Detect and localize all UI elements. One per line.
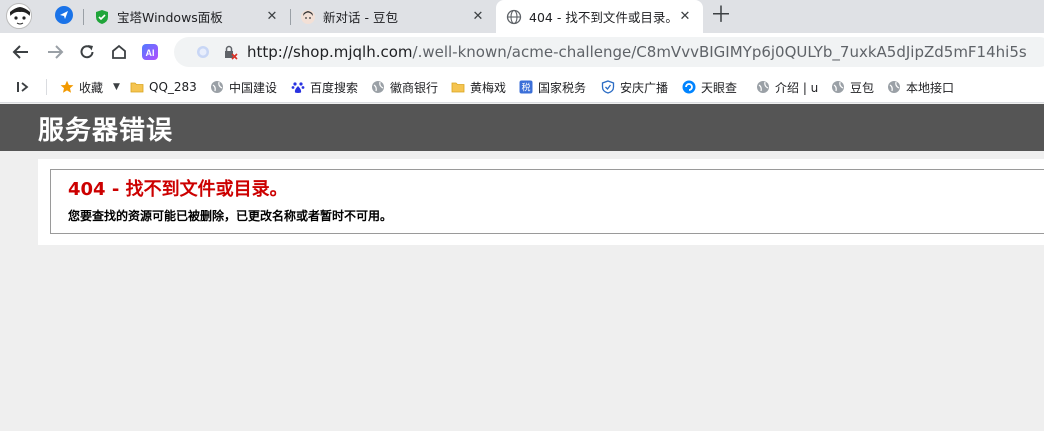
bookmark-local-api[interactable]: 本地接口 (887, 78, 954, 96)
close-icon[interactable]: ✕ (264, 9, 280, 24)
page-header: 服务器错误 (0, 104, 1044, 151)
bookmark-label: 徽商银行 (390, 80, 439, 95)
tab-title: 404 - 找不到文件或目录。 (529, 10, 677, 25)
home-icon (112, 44, 126, 59)
avatar-face-icon (8, 5, 31, 28)
globe-icon (372, 81, 384, 93)
profile-avatar[interactable] (6, 3, 32, 29)
lock-warning-icon[interactable] (222, 44, 238, 60)
bookmark-favorites[interactable]: 收藏 ▼ (60, 78, 120, 96)
reload-icon (80, 45, 94, 59)
tab-404[interactable]: 404 - 找不到文件或目录。 ✕ (496, 0, 703, 33)
bookmark-label: 本地接口 (906, 80, 955, 95)
star-icon (60, 80, 74, 93)
site-info-icon[interactable] (196, 45, 210, 59)
caret-down-icon[interactable]: ▼ (113, 82, 120, 92)
content-container: 404 - 找不到文件或目录。 您要查找的资源可能已被删除，已更改名称或者暂时不… (38, 159, 1044, 245)
new-tab-button[interactable]: ＋ (710, 4, 732, 28)
bookmark-label: 百度搜索 (310, 80, 359, 95)
doubao-icon (301, 9, 315, 24)
bookmark-intro[interactable]: 介绍 | u (756, 78, 818, 96)
bookmark-label: 中国建设 (229, 80, 278, 95)
tab-baota[interactable]: 宝塔Windows面板 ✕ (84, 0, 290, 33)
bookmark-baidu[interactable]: 百度搜索 (291, 78, 358, 96)
tab-title: 新对话 - 豆包 (323, 10, 398, 25)
tax-icon: 税 (519, 80, 533, 94)
divider (46, 79, 47, 95)
sidebar-toggle-icon (17, 82, 29, 92)
bookmark-label: 安庆广播 (620, 80, 669, 95)
bookmark-label: 收藏 (79, 80, 104, 95)
error-box: 404 - 找不到文件或目录。 您要查找的资源可能已被删除，已更改名称或者暂时不… (50, 169, 1044, 234)
globe-icon (211, 81, 223, 93)
url-text[interactable]: http://shop.mjqlh.com/.well-known/acme-c… (247, 37, 1027, 67)
close-icon[interactable]: ✕ (677, 9, 693, 24)
tab-title: 宝塔Windows面板 (117, 10, 223, 25)
bookmark-folder-qq[interactable]: QQ_283 (130, 78, 198, 96)
tab-doubao[interactable]: 新对话 - 豆包 ✕ (290, 0, 496, 33)
svg-text:税: 税 (521, 82, 530, 94)
baidu-icon (291, 82, 305, 93)
bookmark-label: QQ_283 (149, 80, 197, 94)
bookmark-label: 天眼查 (701, 80, 738, 95)
toolbar: AI http://shop.mjqlh.com/.well-known/acm… (0, 33, 1044, 71)
bookmark-tianyancha[interactable]: 天眼查 (682, 78, 742, 96)
reload-button[interactable] (74, 39, 100, 65)
bookmarks-bar: 收藏 ▼ QQ_283 中国建设 百度搜索 徽商银行 黄梅戏 税 国家税务 安庆… (0, 71, 1044, 103)
ai-button[interactable]: AI (137, 39, 163, 65)
bookmark-hsbank[interactable]: 徽商银行 (371, 78, 439, 96)
globe-icon (506, 9, 522, 24)
error-message: 您要查找的资源可能已被删除，已更改名称或者暂时不可用。 (68, 209, 393, 223)
bookmark-label: 国家税务 (538, 80, 587, 95)
folder-icon (451, 82, 465, 93)
bookmark-label: 介绍 | u (775, 80, 818, 95)
close-icon[interactable]: ✕ (470, 9, 486, 24)
bookmark-ccb[interactable]: 中国建设 (210, 78, 278, 96)
tab-strip: 宝塔Windows面板 ✕ 新对话 - 豆包 ✕ 404 - 找不到文件或目录。… (0, 0, 1044, 33)
arrow-left-icon (12, 45, 28, 59)
arrow-right-icon (48, 45, 64, 59)
forward-button[interactable] (42, 39, 68, 65)
sidebar-toggle-button[interactable] (16, 78, 30, 96)
home-button[interactable] (106, 39, 132, 65)
globe-icon (888, 81, 900, 93)
bookmark-label: 黄梅戏 (470, 80, 507, 95)
bookmark-doubao[interactable]: 豆包 (831, 78, 874, 96)
shield-icon (96, 9, 108, 24)
ai-icon: AI (142, 44, 158, 60)
address-bar[interactable]: http://shop.mjqlh.com/.well-known/acme-c… (174, 37, 1044, 67)
tianyancha-icon (682, 80, 696, 94)
folder-icon (130, 82, 144, 93)
error-heading: 404 - 找不到文件或目录。 (68, 179, 288, 200)
svg-text:AI: AI (146, 48, 155, 58)
globe-icon (757, 81, 769, 93)
tab-search-icon[interactable] (55, 6, 73, 24)
bookmark-anqing-radio[interactable]: 安庆广播 (601, 78, 669, 96)
bookmark-label: 豆包 (850, 80, 875, 95)
bookmark-tax[interactable]: 税 国家税务 (519, 78, 589, 96)
bookmark-folder-huangmeixi[interactable]: 黄梅戏 (451, 78, 506, 96)
back-button[interactable] (8, 39, 34, 65)
page-title: 服务器错误 (38, 116, 174, 146)
globe-icon (832, 81, 844, 93)
shield-check-icon (601, 80, 615, 94)
